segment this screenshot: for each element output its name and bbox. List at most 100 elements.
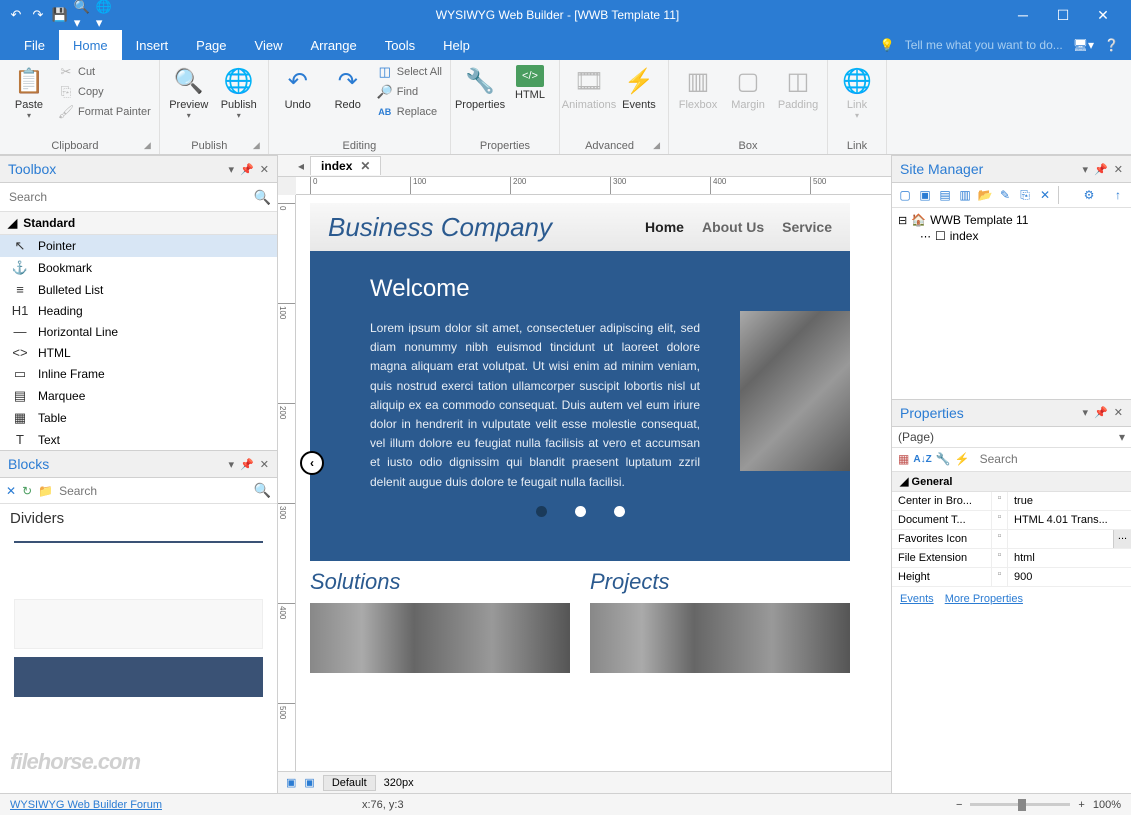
close-button[interactable]: ✕ xyxy=(1083,0,1123,30)
breakpoint-default[interactable]: Default xyxy=(323,775,376,791)
tool-table[interactable]: ▦Table xyxy=(0,407,277,429)
prop-category-general[interactable]: ◢ General xyxy=(892,472,1131,492)
props-bolt-icon[interactable]: ⚡ xyxy=(955,452,970,466)
publish-button[interactable]: 🌐Publish▾ xyxy=(216,63,262,122)
prop-row[interactable]: Center in Bro...▫true xyxy=(892,492,1131,511)
tab-close-icon[interactable]: ✕ xyxy=(360,159,370,173)
selectall-button[interactable]: ◫Select All xyxy=(375,63,444,81)
prop-row[interactable]: Document T...▫HTML 4.01 Trans... xyxy=(892,511,1131,530)
pin-icon[interactable]: 📌 xyxy=(1094,163,1108,176)
tool-horizontal-line[interactable]: —Horizontal Line xyxy=(0,321,277,342)
animations-button[interactable]: 🎞Animations xyxy=(566,63,612,113)
design-canvas[interactable]: Business Company Home About Us Service ‹… xyxy=(296,195,891,771)
tool-text[interactable]: TText xyxy=(0,429,277,450)
tool-bookmark[interactable]: ⚓Bookmark xyxy=(0,257,277,279)
page-props-icon[interactable]: ✎ xyxy=(996,186,1014,204)
tool-bulleted-list[interactable]: ≡Bulleted List xyxy=(0,279,277,300)
nav-home[interactable]: Home xyxy=(645,219,684,235)
pin-icon[interactable]: 📌 xyxy=(240,163,254,176)
blocks-search[interactable] xyxy=(59,484,247,498)
nav-service[interactable]: Service xyxy=(782,219,832,235)
flexbox-button[interactable]: ▥Flexbox xyxy=(675,63,721,113)
menu-page[interactable]: Page xyxy=(182,30,240,60)
toolbox-search[interactable] xyxy=(6,187,254,207)
folder-icon[interactable]: 📁 xyxy=(38,484,53,498)
padding-button[interactable]: ◫Padding xyxy=(775,63,821,113)
alphabetical-icon[interactable]: A↓Z xyxy=(913,454,931,465)
undo-icon[interactable]: ↶ xyxy=(8,7,24,23)
tool-pointer[interactable]: ↖Pointer xyxy=(0,235,277,257)
tool-html[interactable]: <>HTML xyxy=(0,342,277,363)
clone-icon[interactable]: ▤ xyxy=(936,186,954,204)
more-properties-link[interactable]: More Properties xyxy=(945,593,1023,605)
new-folder-icon[interactable]: ▣ xyxy=(916,186,934,204)
find-button[interactable]: 🔎Find xyxy=(375,83,444,101)
redo-button[interactable]: ↷Redo xyxy=(325,63,371,113)
menu-help[interactable]: Help xyxy=(429,30,484,60)
link-button[interactable]: 🌐Link▾ xyxy=(834,63,880,122)
nav-about[interactable]: About Us xyxy=(702,219,764,235)
redo-icon[interactable]: ↷ xyxy=(30,7,46,23)
tree-item-index[interactable]: ⋯☐index xyxy=(898,228,1125,244)
replace-button[interactable]: ABReplace xyxy=(375,103,444,121)
html-button[interactable]: </>HTML xyxy=(507,63,553,103)
help-icon[interactable]: ❔ xyxy=(1104,38,1119,52)
responsive-add-icon[interactable]: ▣ xyxy=(286,776,296,789)
new-page-icon[interactable]: ▢ xyxy=(896,186,914,204)
divider-preview-3[interactable] xyxy=(14,657,263,697)
cut-button[interactable]: ✂Cut xyxy=(56,63,153,81)
advanced-dialog[interactable]: ◢ xyxy=(653,140,660,151)
tool-inline-frame[interactable]: ▭Inline Frame xyxy=(0,363,277,385)
menu-view[interactable]: View xyxy=(241,30,297,60)
pin-icon[interactable]: 📌 xyxy=(240,458,254,471)
menu-home[interactable]: Home xyxy=(59,30,122,60)
tab-nav-left[interactable]: ◂ xyxy=(298,159,304,173)
toolbox-group-standard[interactable]: ◢Standard xyxy=(0,212,277,235)
sync-icon[interactable]: ↻ xyxy=(22,484,32,498)
close-icon[interactable]: ✕ xyxy=(260,163,269,176)
copy-button[interactable]: ⎘Copy xyxy=(56,83,153,101)
dividers-category[interactable]: Dividers xyxy=(0,504,277,533)
dropdown-icon[interactable]: ▾ xyxy=(1083,406,1089,419)
preview-button[interactable]: 🔍Preview▾ xyxy=(166,63,212,122)
tab-index[interactable]: index✕ xyxy=(310,156,381,175)
dot-3[interactable] xyxy=(614,506,625,517)
events-button[interactable]: ⚡Events xyxy=(616,63,662,113)
dropdown-icon[interactable]: ▾ xyxy=(229,458,235,471)
dot-2[interactable] xyxy=(575,506,586,517)
preview-qat-icon[interactable]: 🔍▾ xyxy=(74,7,90,23)
props-wrench-icon[interactable]: 🔧 xyxy=(936,452,951,466)
maximize-button[interactable]: ☐ xyxy=(1043,0,1083,30)
tree-root[interactable]: ⊟🏠WWB Template 11 xyxy=(898,212,1125,228)
format-painter-button[interactable]: 🖌Format Painter xyxy=(56,103,153,121)
properties-scope[interactable]: (Page)▾ xyxy=(892,427,1131,448)
open-icon[interactable]: 📂 xyxy=(976,186,994,204)
prop-row[interactable]: Favorites Icon▫... xyxy=(892,530,1131,549)
refresh-icon[interactable]: ✕ xyxy=(6,484,16,498)
events-link[interactable]: Events xyxy=(900,593,934,605)
properties-button[interactable]: 🔧Properties xyxy=(457,63,503,113)
paste-button[interactable]: 📋 Paste ▾ xyxy=(6,63,52,122)
margin-button[interactable]: ▢Margin xyxy=(725,63,771,113)
search-icon[interactable]: 🔍 xyxy=(254,189,271,206)
dropdown-icon[interactable]: ▾ xyxy=(1083,163,1089,176)
menu-file[interactable]: File xyxy=(10,30,59,60)
close-icon[interactable]: ✕ xyxy=(1114,163,1123,176)
pin-icon[interactable]: 📌 xyxy=(1094,406,1108,419)
tellme-input[interactable]: Tell me what you want to do... xyxy=(905,38,1063,52)
tool-marquee[interactable]: ▤Marquee xyxy=(0,385,277,407)
up-arrow-icon[interactable]: ↑ xyxy=(1109,186,1127,204)
responsive-settings-icon[interactable]: ▣ xyxy=(304,776,314,789)
close-icon[interactable]: ✕ xyxy=(260,458,269,471)
edit-icon[interactable]: ▥ xyxy=(956,186,974,204)
close-icon[interactable]: ✕ xyxy=(1114,406,1123,419)
publish-qat-icon[interactable]: 🌐▾ xyxy=(96,7,112,23)
publish-dialog[interactable]: ◢ xyxy=(253,140,260,151)
menu-insert[interactable]: Insert xyxy=(122,30,183,60)
responsive-icon[interactable]: 🖥▾ xyxy=(1073,38,1094,52)
copy-page-icon[interactable]: ⎘ xyxy=(1016,186,1034,204)
settings-icon[interactable]: ⚙ xyxy=(1080,186,1098,204)
divider-preview-2[interactable] xyxy=(14,599,263,649)
browse-button[interactable]: ... xyxy=(1113,530,1131,548)
properties-search[interactable] xyxy=(980,452,1131,466)
